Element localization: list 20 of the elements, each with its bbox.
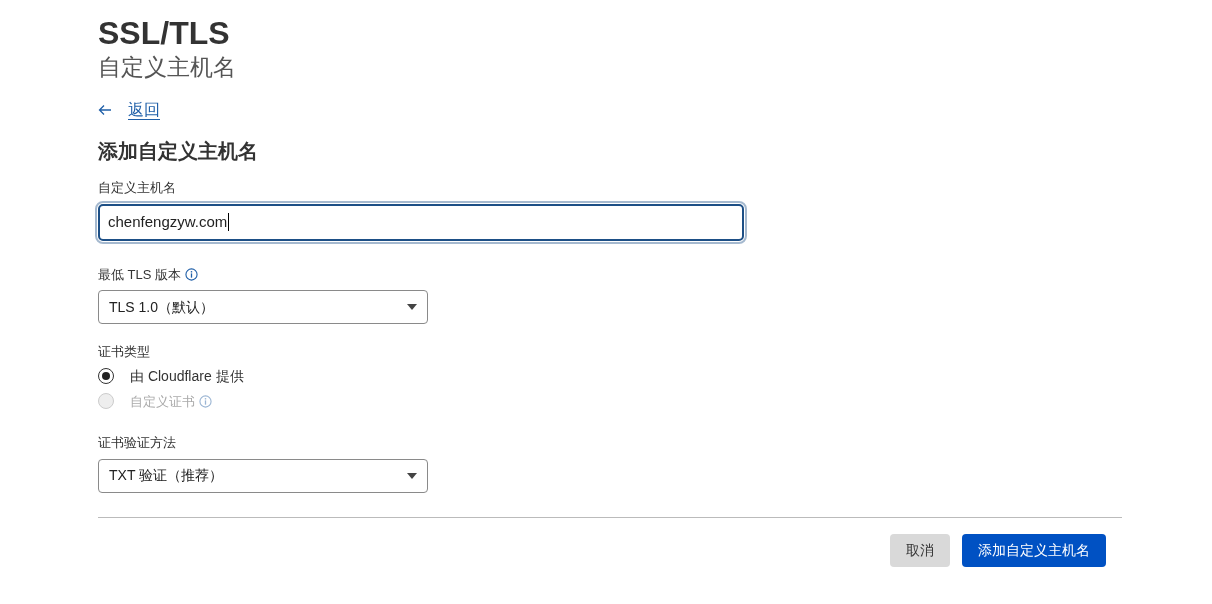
tls-version-select[interactable]: TLS 1.0（默认） — [98, 290, 428, 324]
radio-button[interactable] — [98, 368, 114, 384]
page-subtitle: 自定义主机名 — [98, 53, 237, 82]
caret-icon — [407, 472, 417, 479]
field-label: 证书类型 — [98, 343, 151, 361]
caret-icon — [407, 304, 417, 310]
hostname-field[interactable]: chenfengzyw.com — [98, 203, 744, 241]
field-label: 最低 TLS 版本 — [98, 265, 182, 284]
info-icon[interactable] — [185, 267, 199, 281]
form-heading: 添加自定义主机名 — [98, 139, 259, 164]
cancel-button[interactable]: 取消 — [890, 533, 950, 567]
submit-button[interactable]: 添加自定义主机名 — [962, 533, 1106, 567]
field-label: 自定义主机名 — [98, 179, 177, 197]
radio-label: 自定义证书 — [130, 392, 195, 411]
radio-label: 由 Cloudflare 提供 — [130, 366, 244, 386]
page-title: SSL/TLS — [98, 14, 231, 52]
validation-method-select[interactable]: TXT 验证（推荐） — [98, 458, 428, 493]
field-label: 证书验证方法 — [98, 434, 177, 452]
back-link[interactable]: 返回 — [128, 98, 160, 122]
back-arrow-icon[interactable] — [98, 104, 112, 116]
